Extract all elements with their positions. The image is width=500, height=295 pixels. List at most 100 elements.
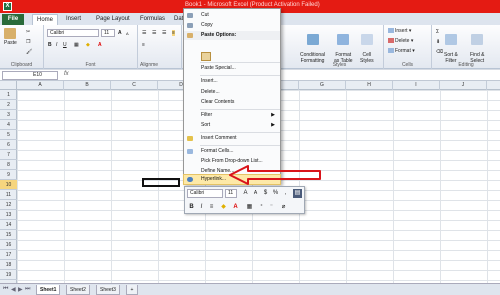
row-header-7[interactable]: 7: [0, 150, 17, 160]
borders-icon[interactable]: ▦: [245, 203, 254, 212]
insert-cells-button[interactable]: Insert ▾: [388, 28, 411, 34]
row-header-17[interactable]: 17: [0, 250, 17, 260]
fill-icon[interactable]: ⬇: [436, 39, 440, 45]
row-header-1[interactable]: 1: [0, 90, 17, 100]
prev-sheet-icon[interactable]: ◀: [11, 286, 16, 293]
select-all-corner[interactable]: [0, 81, 17, 90]
borders-icon[interactable]: ▦: [74, 42, 79, 48]
align-bottom-icon[interactable]: ☰: [162, 30, 166, 36]
row-header-9[interactable]: 9: [0, 170, 17, 180]
mini-bold-button[interactable]: B: [187, 203, 196, 212]
align-left-icon[interactable]: ≡: [172, 30, 175, 36]
align-center-icon[interactable]: ≡: [142, 42, 145, 48]
column-header-i[interactable]: I: [393, 81, 440, 90]
clear-icon[interactable]: ⌫: [436, 49, 443, 55]
row-header-2[interactable]: 2: [0, 100, 17, 110]
active-cell-e10[interactable]: [142, 178, 180, 187]
name-box[interactable]: E10: [2, 71, 58, 80]
row-header-8[interactable]: 8: [0, 160, 17, 170]
menu-cut[interactable]: Cut: [184, 11, 280, 20]
row-header-12[interactable]: 12: [0, 200, 17, 210]
find-select-button[interactable]: Find & Select: [470, 28, 484, 64]
sheet-tab-sheet1[interactable]: Sheet1: [36, 285, 61, 295]
column-header-c[interactable]: C: [111, 81, 158, 90]
row-header-13[interactable]: 13: [0, 210, 17, 220]
tab-file[interactable]: File: [2, 14, 24, 25]
cut-icon[interactable]: ✂: [26, 29, 30, 35]
grow-font-icon[interactable]: A: [241, 189, 250, 198]
shrink-font-icon[interactable]: A: [251, 189, 260, 198]
excel-app-icon[interactable]: X: [3, 2, 12, 11]
row-header-15[interactable]: 15: [0, 230, 17, 240]
autosum-icon[interactable]: Σ: [436, 29, 439, 35]
italic-button[interactable]: I: [56, 42, 57, 48]
row-header-14[interactable]: 14: [0, 220, 17, 230]
column-header-h[interactable]: H: [346, 81, 393, 90]
align-top-icon[interactable]: ☰: [142, 30, 146, 36]
font-size-box[interactable]: 11: [101, 29, 115, 37]
row-header-10[interactable]: 10: [0, 180, 17, 190]
align-middle-icon[interactable]: ☰: [152, 30, 156, 36]
first-sheet-icon[interactable]: ⏮: [3, 286, 8, 293]
row-header-11[interactable]: 11: [0, 190, 17, 200]
tab-page-layout[interactable]: Page Layout: [92, 14, 134, 25]
menu-format-cells[interactable]: Format Cells...: [184, 147, 280, 156]
cell-styles-button[interactable]: Cell Styles: [360, 28, 374, 64]
insert-function-icon[interactable]: fx: [64, 71, 69, 77]
mini-font-color-icon[interactable]: A: [231, 203, 240, 212]
mini-font-name-box[interactable]: Calibri: [187, 189, 223, 198]
copy-icon[interactable]: ❐: [26, 39, 30, 45]
font-name-box[interactable]: Calibri: [47, 29, 99, 37]
sheet-tab-sheet2[interactable]: Sheet2: [66, 285, 90, 295]
tab-home[interactable]: Home: [32, 14, 59, 25]
conditional-formatting-button[interactable]: Conditional Formatting: [300, 28, 325, 64]
last-sheet-icon[interactable]: ⏭: [25, 286, 30, 293]
row-header-5[interactable]: 5: [0, 130, 17, 140]
column-header-g[interactable]: G: [299, 81, 346, 90]
currency-icon[interactable]: $: [261, 189, 270, 198]
sheet-tab-sheet3[interactable]: Sheet3: [96, 285, 120, 295]
comma-style-icon[interactable]: ,: [281, 189, 290, 198]
row-header-3[interactable]: 3: [0, 110, 17, 120]
row-header-18[interactable]: 18: [0, 260, 17, 270]
font-color-icon[interactable]: A: [98, 42, 102, 48]
bold-button[interactable]: B: [48, 42, 52, 48]
menu-filter[interactable]: Filter ▶: [184, 111, 280, 120]
tab-insert[interactable]: Insert: [62, 14, 85, 25]
percent-icon[interactable]: %: [271, 189, 280, 198]
decrease-decimal-icon[interactable]: ⁻: [267, 203, 276, 212]
row-header-6[interactable]: 6: [0, 140, 17, 150]
format-cells-button[interactable]: Format ▾: [388, 48, 415, 54]
grow-font-icon[interactable]: A: [118, 30, 122, 36]
underline-button[interactable]: U: [63, 42, 67, 48]
align-center-icon[interactable]: ≡: [207, 203, 216, 212]
format-painter-icon[interactable]: 🖌: [26, 49, 32, 55]
next-sheet-icon[interactable]: ▶: [18, 286, 23, 293]
menu-insert-comment[interactable]: Insert Comment: [184, 134, 280, 143]
insert-sheet-icon[interactable]: +: [126, 285, 138, 295]
format-as-table-button[interactable]: Format as Table: [334, 28, 353, 64]
shrink-font-icon[interactable]: A: [126, 31, 129, 37]
paste-button[interactable]: Paste: [4, 28, 17, 46]
column-header-b[interactable]: B: [64, 81, 111, 90]
fill-color-icon[interactable]: ◆: [219, 203, 228, 212]
menu-clear-contents[interactable]: Clear Contents: [184, 98, 280, 107]
paste-option-clipboard-icon[interactable]: [201, 52, 211, 61]
menu-paste-special[interactable]: Paste Special...: [184, 64, 280, 73]
clear-format-icon[interactable]: ⌀: [279, 203, 288, 212]
fill-color-icon[interactable]: ◆: [86, 42, 90, 48]
increase-decimal-icon[interactable]: ⁺: [257, 203, 266, 212]
row-header-16[interactable]: 16: [0, 240, 17, 250]
format-painter-icon[interactable]: ▤: [293, 189, 302, 198]
menu-insert[interactable]: Insert...: [184, 77, 280, 86]
mini-font-size-box[interactable]: 11: [225, 189, 237, 198]
row-header-4[interactable]: 4: [0, 120, 17, 130]
sort-filter-button[interactable]: Sort & Filter: [444, 28, 458, 64]
tab-formulas[interactable]: Formulas: [136, 14, 169, 25]
mini-italic-button[interactable]: I: [197, 203, 206, 212]
delete-cells-button[interactable]: Delete ▾: [388, 38, 413, 44]
column-header-j[interactable]: J: [440, 81, 487, 90]
menu-copy[interactable]: Copy: [184, 21, 280, 30]
row-header-19[interactable]: 19: [0, 270, 17, 280]
menu-delete[interactable]: Delete...: [184, 88, 280, 97]
